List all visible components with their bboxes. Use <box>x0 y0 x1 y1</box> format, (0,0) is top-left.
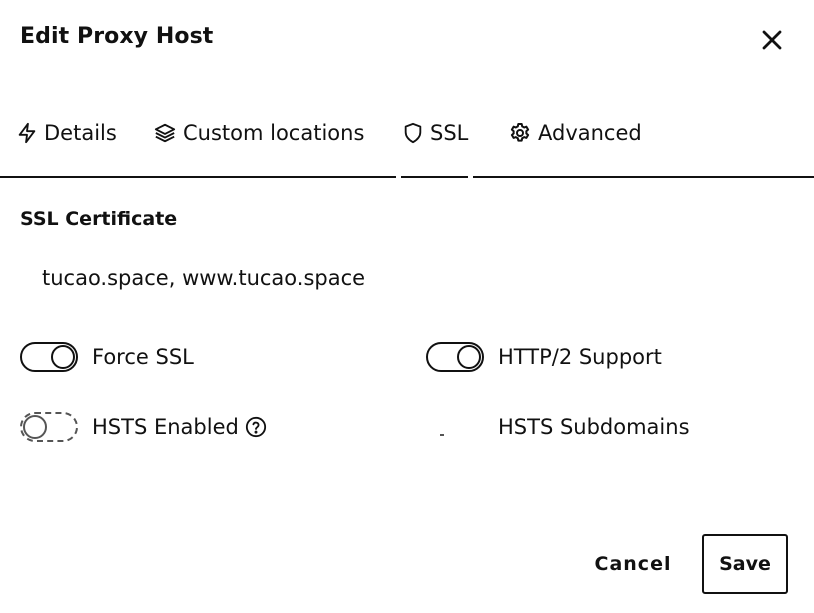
hsts-enabled-toggle[interactable] <box>20 412 78 442</box>
hsts-subdomains-row: HSTS Subdomains <box>426 410 690 444</box>
tab-label: Custom locations <box>183 121 365 145</box>
dialog-title: Edit Proxy Host <box>20 24 214 49</box>
hsts-enabled-row: HSTS Enabled <box>20 410 267 444</box>
cancel-button[interactable]: Cancel <box>588 546 678 582</box>
lightning-icon <box>16 122 38 144</box>
http2-support-row: HTTP/2 Support <box>426 340 662 374</box>
toggle-knob <box>51 345 75 369</box>
tab-bar: Details Custom locations SSL Advanced <box>0 110 814 180</box>
hsts-enabled-label: HSTS Enabled <box>92 415 267 439</box>
tab-divider-right <box>473 176 814 178</box>
help-circle-icon[interactable] <box>245 416 267 438</box>
force-ssl-row: Force SSL <box>20 340 194 374</box>
ssl-certificate-select[interactable]: tucao.space, www.tucao.space <box>42 266 365 290</box>
save-button[interactable]: Save <box>702 534 788 594</box>
hsts-subdomains-toggle[interactable] <box>426 412 484 442</box>
force-ssl-toggle[interactable] <box>20 342 78 372</box>
http2-support-label: HTTP/2 Support <box>498 345 662 369</box>
tab-custom-locations[interactable]: Custom locations <box>153 110 364 156</box>
close-icon <box>762 30 782 50</box>
toggle-knob <box>457 345 481 369</box>
tab-divider-active <box>401 176 468 178</box>
tab-ssl[interactable]: SSL <box>402 110 468 156</box>
shield-icon <box>402 122 424 144</box>
tab-label: Details <box>44 121 117 145</box>
hsts-enabled-text: HSTS Enabled <box>92 415 239 439</box>
tab-details[interactable]: Details <box>16 110 117 156</box>
ssl-certificate-heading: SSL Certificate <box>20 208 178 230</box>
layers-icon <box>153 122 177 144</box>
force-ssl-label: Force SSL <box>92 345 194 369</box>
close-button[interactable] <box>756 24 788 56</box>
tab-label: SSL <box>430 121 469 145</box>
tab-advanced[interactable]: Advanced <box>508 110 642 156</box>
toggle-placeholder-mark <box>440 434 444 436</box>
tab-divider-left <box>0 176 396 178</box>
edit-proxy-host-dialog: Edit Proxy Host Details Custom locations… <box>0 0 814 613</box>
toggle-knob <box>23 415 47 439</box>
tab-label: Advanced <box>538 121 642 145</box>
gear-icon <box>508 121 532 145</box>
hsts-subdomains-label: HSTS Subdomains <box>498 415 690 439</box>
http2-support-toggle[interactable] <box>426 342 484 372</box>
